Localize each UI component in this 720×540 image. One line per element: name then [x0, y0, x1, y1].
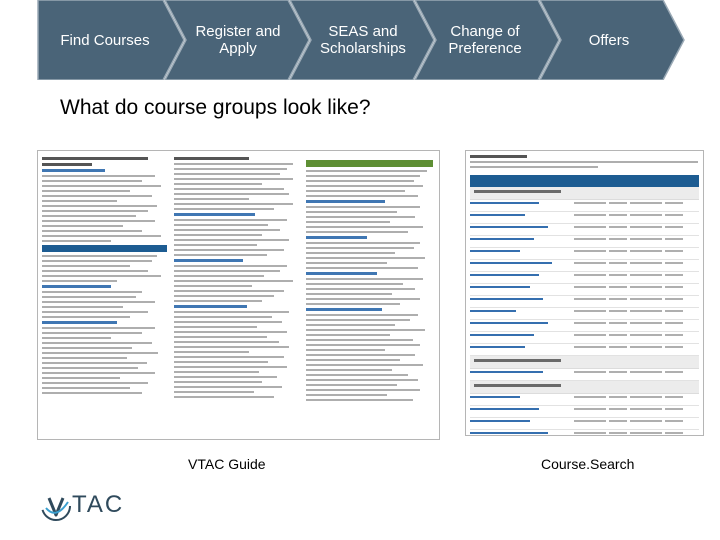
table-row [470, 344, 699, 356]
guide-column [306, 157, 433, 433]
nav-change-of-preference[interactable]: Change of Preference [432, 0, 538, 80]
table-row [470, 236, 699, 248]
course-search-screenshot [465, 150, 704, 436]
table-row [470, 284, 699, 296]
table-row [470, 260, 699, 272]
table-row [470, 296, 699, 308]
course-search-heading [470, 155, 698, 171]
guide-column [174, 157, 299, 433]
table-section [470, 187, 699, 200]
table-row [470, 430, 699, 435]
table-section [470, 356, 699, 369]
v-swoosh-logo-icon [41, 491, 71, 521]
table-row [470, 394, 699, 406]
vtac-guide-screenshot [37, 150, 440, 440]
vtac-guide-caption: VTAC Guide [188, 456, 266, 472]
logo-text: TAC [72, 491, 125, 518]
top-navigation: Find Courses Register and Apply SEAS and… [0, 0, 720, 80]
table-row [470, 369, 699, 381]
nav-seas-and-scholarships[interactable]: SEAS and Scholarships [307, 0, 419, 80]
table-row [470, 200, 699, 212]
table-row [470, 332, 699, 344]
table-row [470, 248, 699, 260]
table-row [470, 406, 699, 418]
table-section [470, 381, 699, 394]
guide-column [42, 157, 167, 433]
course-search-caption: Course.Search [541, 456, 635, 472]
vtac-logo: TAC [40, 488, 130, 524]
page-title: What do course groups look like? [60, 96, 371, 119]
table-row [470, 418, 699, 430]
course-search-table [470, 175, 699, 435]
table-row [470, 320, 699, 332]
nav-find-courses[interactable]: Find Courses [44, 0, 166, 80]
nav-offers[interactable]: Offers [557, 0, 661, 80]
table-row [470, 212, 699, 224]
table-row [470, 272, 699, 284]
table-row [470, 308, 699, 320]
nav-register-and-apply[interactable]: Register and Apply [182, 0, 294, 80]
table-row [470, 224, 699, 236]
table-header [470, 175, 699, 187]
